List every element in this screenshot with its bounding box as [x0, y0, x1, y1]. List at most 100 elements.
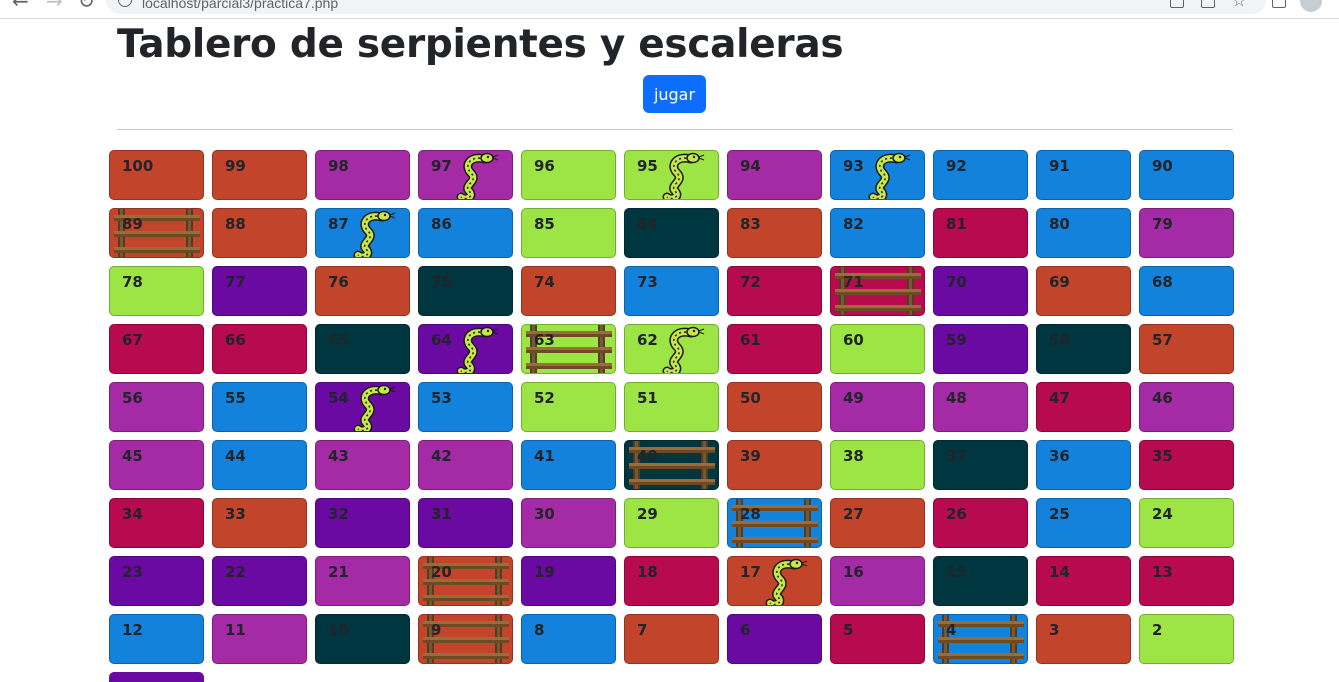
cell-number: 35 [1152, 447, 1173, 465]
cell-number: 23 [122, 563, 143, 581]
board-cell-35: 35 [1139, 440, 1234, 490]
browser-toolbar: ← → ↻ localhost/parcial3/practica7.php ☆ [0, 0, 1339, 19]
board-cell-18: 18 [624, 556, 719, 606]
board-cell-27: 27 [830, 498, 925, 548]
cell-number: 18 [637, 563, 658, 581]
cell-number: 17 [740, 563, 761, 581]
cell-number: 53 [431, 389, 452, 407]
forward-arrow-icon[interactable]: → [46, 0, 63, 11]
board-cell-22: 22 [212, 556, 307, 606]
cell-number: 96 [534, 157, 555, 175]
cell-number: 42 [431, 447, 452, 465]
board-cell-20: 20 [418, 556, 513, 606]
cell-number: 56 [122, 389, 143, 407]
cell-number: 90 [1152, 157, 1173, 175]
board-cell-49: 49 [830, 382, 925, 432]
cell-number: 44 [225, 447, 246, 465]
cell-number: 61 [740, 331, 761, 349]
board-cell-80: 80 [1036, 208, 1131, 258]
board-cell-95: 95 [624, 150, 719, 200]
cell-number: 54 [328, 389, 349, 407]
board-cell-71: 71 [830, 266, 925, 316]
cell-number: 70 [946, 273, 967, 291]
board-cell-89: 89 [109, 208, 204, 258]
page-title: Tablero de serpientes y escaleras [117, 22, 844, 67]
cell-number: 9 [431, 621, 442, 639]
back-arrow-icon[interactable]: ← [12, 0, 29, 11]
board-cell-84: 84 [624, 208, 719, 258]
cell-number: 74 [534, 273, 555, 291]
board-cell-61: 61 [727, 324, 822, 374]
cell-number: 45 [122, 447, 143, 465]
board-cell-60: 60 [830, 324, 925, 374]
board-cell-15: 15 [933, 556, 1028, 606]
board-cell-39: 39 [727, 440, 822, 490]
board-cell-53: 53 [418, 382, 513, 432]
board-cell-94: 94 [727, 150, 822, 200]
board-cell-19: 19 [521, 556, 616, 606]
board-cell-5: 5 [830, 614, 925, 664]
cell-number: 50 [740, 389, 761, 407]
cell-number: 22 [225, 563, 246, 581]
cell-number: 62 [637, 331, 658, 349]
cell-number: 6 [740, 621, 751, 639]
profile-avatar-icon[interactable] [1300, 0, 1322, 12]
cell-number: 33 [225, 505, 246, 523]
board-cell-98: 98 [315, 150, 410, 200]
cell-number: 29 [637, 505, 658, 523]
board-cell-58: 58 [1036, 324, 1131, 374]
cell-number: 99 [225, 157, 246, 175]
board-cell-92: 92 [933, 150, 1028, 200]
board-cell-44: 44 [212, 440, 307, 490]
cell-number: 55 [225, 389, 246, 407]
reload-icon[interactable]: ↻ [78, 0, 95, 11]
cell-number: 19 [534, 563, 555, 581]
board-cell-59: 59 [933, 324, 1028, 374]
board-cell-76: 76 [315, 266, 410, 316]
board-cell-41: 41 [521, 440, 616, 490]
cell-number: 15 [946, 563, 967, 581]
cell-number: 36 [1049, 447, 1070, 465]
translate-icon[interactable] [1170, 0, 1184, 8]
cell-number: 24 [1152, 505, 1173, 523]
board-cell-50: 50 [727, 382, 822, 432]
cell-number: 39 [740, 447, 761, 465]
board-cell-13: 13 [1139, 556, 1234, 606]
cell-number: 85 [534, 215, 555, 233]
board-cell-6: 6 [727, 614, 822, 664]
play-button[interactable]: jugar [643, 75, 706, 113]
cell-number: 13 [1152, 563, 1173, 581]
cell-number: 76 [328, 273, 349, 291]
share-icon[interactable] [1201, 0, 1215, 8]
cell-number: 12 [122, 621, 143, 639]
cell-number: 16 [843, 563, 864, 581]
cell-number: 98 [328, 157, 349, 175]
bookmark-star-icon[interactable]: ☆ [1232, 0, 1246, 10]
board-cell-21: 21 [315, 556, 410, 606]
cell-number: 67 [122, 331, 143, 349]
board-cell-62: 62 [624, 324, 719, 374]
board-cell-9: 9 [418, 614, 513, 664]
board-cell-73: 73 [624, 266, 719, 316]
cell-number: 48 [946, 389, 967, 407]
cell-number: 27 [843, 505, 864, 523]
board-cell-29: 29 [624, 498, 719, 548]
board-cell-12: 12 [109, 614, 204, 664]
cell-number: 40 [637, 447, 658, 465]
side-panel-icon[interactable] [1272, 0, 1286, 8]
cell-number: 89 [122, 215, 143, 233]
board-cell-96: 96 [521, 150, 616, 200]
cell-number: 38 [843, 447, 864, 465]
board-cell-67: 67 [109, 324, 204, 374]
board-cell-57: 57 [1139, 324, 1234, 374]
board-cell-14: 14 [1036, 556, 1131, 606]
board-cell-33: 33 [212, 498, 307, 548]
board-cell-8: 8 [521, 614, 616, 664]
board-cell-88: 88 [212, 208, 307, 258]
cell-number: 7 [637, 621, 648, 639]
board-cell-4: 4 [933, 614, 1028, 664]
cell-number: 72 [740, 273, 761, 291]
board-cell-72: 72 [727, 266, 822, 316]
cell-number: 10 [328, 621, 349, 639]
cell-number: 60 [843, 331, 864, 349]
